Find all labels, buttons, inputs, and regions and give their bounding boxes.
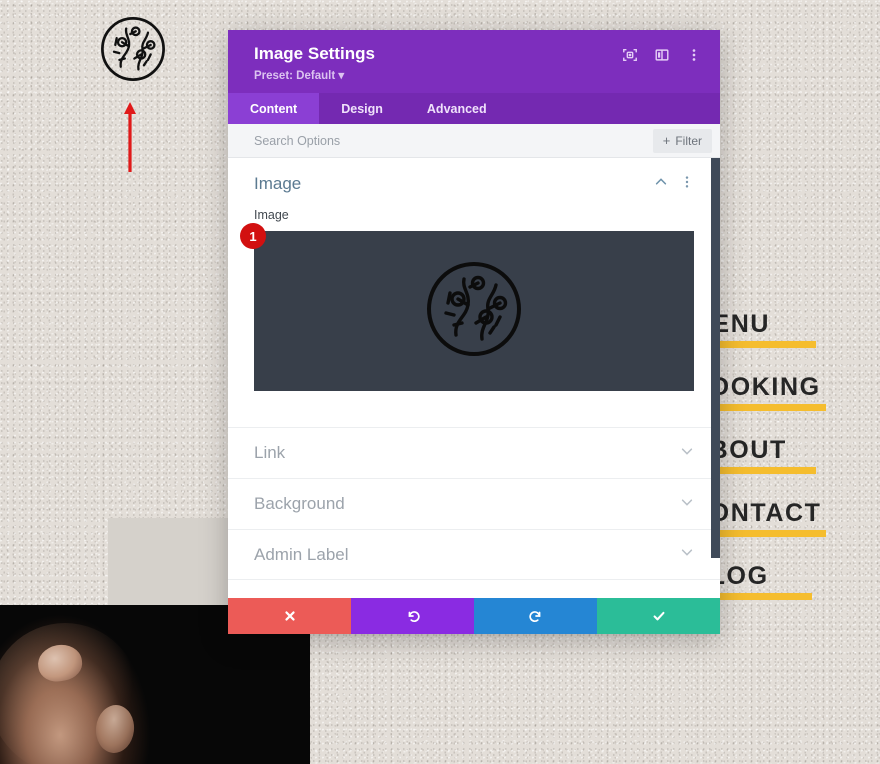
save-button[interactable] — [597, 598, 720, 634]
scrollbar-thumb[interactable] — [711, 158, 720, 559]
modal-title: Image Settings — [254, 44, 375, 63]
plus-icon: + — [662, 133, 671, 149]
filter-label: Filter — [675, 133, 702, 148]
page-root: MENU BOOKING ABOUT CONTACT BLOG Image Se… — [0, 0, 880, 764]
overflow-menu-icon[interactable] — [680, 175, 694, 194]
modal-body: Image Image 1 Link Background Admin Labe… — [228, 158, 720, 598]
section-label: Link — [254, 443, 286, 463]
section-background[interactable]: Background — [228, 478, 720, 529]
undo-icon — [405, 608, 421, 624]
cancel-button[interactable] — [228, 598, 351, 634]
image-section-title: Image — [254, 174, 302, 194]
chevron-down-icon — [680, 444, 694, 463]
section-link[interactable]: Link — [228, 427, 720, 478]
undo-button[interactable] — [351, 598, 474, 634]
modal-tab-bar: Content Design Advanced — [228, 93, 720, 125]
red-up-arrow-icon — [122, 100, 138, 172]
redo-icon — [528, 608, 544, 624]
search-row: + Filter — [228, 124, 720, 159]
chevron-down-icon — [680, 495, 694, 514]
collapsed-sections: Link Background Admin Label — [228, 427, 720, 581]
tab-design[interactable]: Design — [319, 93, 405, 124]
modal-header: Image Settings Preset: Default ▾ — [228, 30, 720, 94]
split-view-icon[interactable] — [653, 46, 670, 63]
section-admin-label[interactable]: Admin Label — [228, 529, 720, 581]
image-preview-wrap: 1 — [240, 223, 694, 392]
image-preview[interactable] — [254, 231, 694, 392]
modal-header-text: Image Settings Preset: Default ▾ — [254, 43, 375, 82]
section-label: Background — [254, 494, 345, 514]
image-section-header[interactable]: Image — [254, 174, 694, 194]
chevron-down-icon — [680, 545, 694, 564]
circuit-board-logo-icon — [424, 259, 524, 364]
close-icon — [283, 609, 297, 623]
nav-underline — [708, 404, 826, 411]
settings-scroll-area: Image Image 1 Link Background Admin Labe… — [228, 158, 720, 598]
check-icon — [651, 608, 667, 624]
filter-button[interactable]: + Filter — [652, 128, 712, 153]
fullscreen-icon[interactable] — [621, 46, 638, 63]
search-input[interactable] — [254, 133, 653, 148]
image-section: Image Image 1 — [228, 158, 720, 392]
modal-header-icons — [621, 46, 702, 63]
image-section-header-icons — [654, 175, 694, 194]
tab-content[interactable]: Content — [228, 93, 320, 125]
modal-footer — [228, 598, 720, 634]
nav-underline — [710, 341, 816, 348]
section-label: Admin Label — [254, 544, 349, 564]
nav-underline — [712, 593, 812, 600]
chevron-up-icon[interactable] — [654, 175, 668, 194]
nav-underline — [708, 530, 826, 537]
nav-underline — [712, 467, 816, 474]
preset-selector[interactable]: Preset: Default ▾ — [254, 68, 375, 82]
image-settings-modal: Image Settings Preset: Default ▾ Content… — [228, 30, 720, 634]
circuit-board-logo-icon — [99, 15, 167, 83]
redo-button[interactable] — [474, 598, 597, 634]
tab-advanced[interactable]: Advanced — [405, 93, 509, 124]
image-field-label: Image — [254, 208, 289, 223]
modal-scrollbar[interactable] — [711, 158, 720, 598]
overflow-menu-icon[interactable] — [685, 46, 702, 63]
